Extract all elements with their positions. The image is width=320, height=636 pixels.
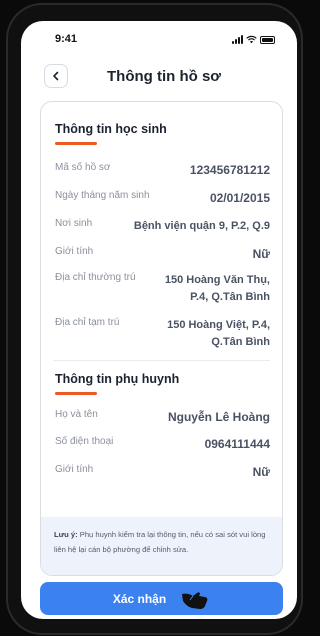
row-parent-name: Họ và tên Nguyễn Lê Hoàng: [55, 409, 270, 426]
row-gender: Giới tính Nữ: [55, 246, 270, 263]
page-title: Thông tin hồ sơ: [107, 68, 221, 85]
row-temporary-address: Địa chỉ tạm trú 150 Hoàng Việt, P.4, Q.T…: [55, 317, 270, 351]
row-label: Giới tính: [55, 464, 94, 475]
row-birth-place: Nơi sinh Bệnh viện quận 9, P.2, Q.9: [55, 218, 270, 235]
row-value: 123456781212: [189, 163, 270, 177]
note-box: Lưu ý: Phụ huynh kiểm tra lại thông tin,…: [41, 517, 282, 575]
row-permanent-address: Địa chỉ thường trú 150 Hoàng Văn Thụ, P.…: [55, 272, 270, 306]
row-label: Số điện thoại: [55, 436, 114, 447]
row-label: Địa chỉ thường trú: [55, 272, 136, 283]
row-phone: Số điện thoại 0964111444: [55, 436, 270, 453]
row-value: Nguyễn Lê Hoàng: [167, 410, 270, 424]
row-parent-gender: Giới tính Nữ: [55, 464, 270, 481]
row-label: Nơi sinh: [55, 218, 93, 229]
row-value: 150 Hoàng Việt, P.4, Q.Tân Bình: [167, 317, 270, 351]
row-value: Nữ: [252, 465, 270, 479]
row-value: Bệnh viện quận 9, P.2, Q.9: [133, 220, 270, 232]
profile-card: Thông tin học sinh Mã số hồ sơ 123456781…: [40, 101, 283, 576]
row-value: Nữ: [252, 247, 270, 261]
confirm-button[interactable]: Xác nhận: [40, 582, 283, 615]
row-label: Họ và tên: [55, 409, 98, 420]
parent-section-underline: [55, 392, 97, 395]
row-label: Mã số hồ sơ: [55, 162, 111, 173]
battery-icon: [260, 36, 275, 44]
status-time: 9:41: [55, 33, 78, 45]
confirm-label: Xác nhận: [112, 591, 167, 606]
wifi-icon: [246, 35, 257, 44]
status-bar: 9:41: [21, 21, 297, 55]
signal-icon: [232, 35, 243, 44]
row-value: 02/01/2015: [209, 191, 270, 205]
hand-pointer-icon: [182, 591, 208, 609]
row-value-line: Q.Tân Bình: [211, 336, 270, 348]
row-label: Ngày tháng năm sinh: [55, 190, 150, 201]
status-icons: [232, 34, 275, 44]
phone-frame: 9:41 Thông tin hồ sơ Thông tin học sinh …: [6, 3, 303, 635]
row-value-line: 150 Hoàng Văn Thụ,: [164, 274, 270, 286]
row-birth-date: Ngày tháng năm sinh 02/01/2015: [55, 190, 270, 207]
row-value: 0964111444: [204, 437, 270, 451]
student-section-underline: [55, 142, 97, 145]
row-label: Địa chỉ tạm trú: [55, 317, 120, 328]
section-divider: [53, 360, 270, 361]
row-value-line: P.4, Q.Tân Bình: [190, 291, 270, 303]
row-label: Giới tính: [55, 246, 94, 257]
screen: 9:41 Thông tin hồ sơ Thông tin học sinh …: [21, 21, 297, 619]
note-text: Phụ huynh kiểm tra lại thông tin, nếu có…: [54, 530, 266, 554]
note-prefix: Lưu ý:: [54, 530, 78, 539]
row-value-line: 150 Hoàng Việt, P.4,: [167, 319, 270, 331]
header: Thông tin hồ sơ: [21, 61, 297, 91]
row-record-id: Mã số hồ sơ 123456781212: [55, 162, 270, 179]
row-value: 150 Hoàng Văn Thụ, P.4, Q.Tân Bình: [165, 272, 270, 306]
parent-section-title: Thông tin phụ huynh: [55, 372, 180, 386]
student-section-title: Thông tin học sinh: [55, 122, 167, 136]
